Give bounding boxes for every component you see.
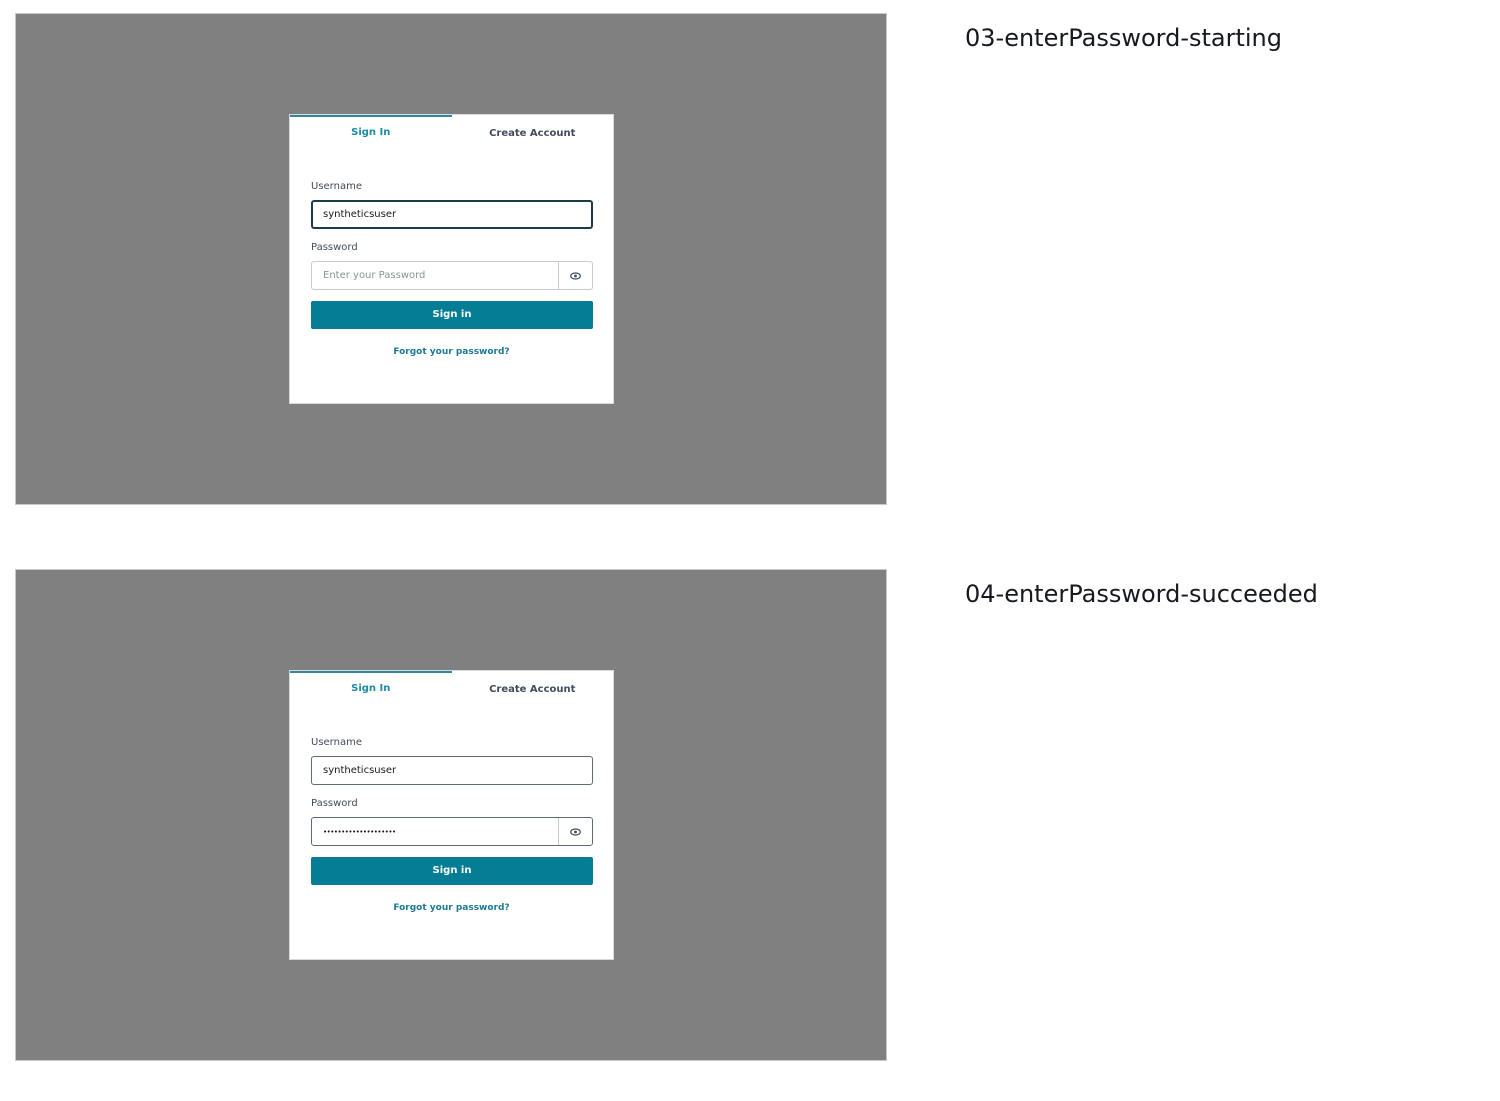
tab-sign-in[interactable]: Sign In	[290, 115, 452, 151]
sign-in-button[interactable]: Sign in	[311, 301, 593, 329]
show-password-button[interactable]	[558, 818, 592, 845]
tab-sign-in[interactable]: Sign In	[290, 671, 452, 707]
username-value: syntheticsuser	[323, 209, 397, 220]
password-placeholder: Enter your Password	[323, 270, 426, 281]
username-label: Username	[311, 737, 362, 748]
username-value: syntheticsuser	[323, 765, 397, 776]
eye-icon	[570, 271, 581, 280]
tab-create-account[interactable]: Create Account	[452, 115, 614, 151]
password-value: ••••••••••••••••••••	[323, 828, 396, 836]
forgot-password-link[interactable]: Forgot your password?	[290, 347, 613, 357]
password-input[interactable]: Enter your Password	[311, 261, 593, 290]
caption-starting: 03-enterPassword-starting	[965, 24, 1282, 52]
show-password-button[interactable]	[558, 262, 592, 289]
username-input[interactable]: syntheticsuser	[311, 756, 593, 785]
screenshot-succeeded: Sign In Create Account Username syntheti…	[15, 569, 887, 1061]
sign-in-card: Sign In Create Account Username syntheti…	[289, 114, 614, 404]
password-input[interactable]: ••••••••••••••••••••	[311, 817, 593, 846]
sign-in-card: Sign In Create Account Username syntheti…	[289, 670, 614, 960]
tab-create-account[interactable]: Create Account	[452, 671, 614, 707]
password-label: Password	[311, 798, 358, 809]
password-label: Password	[311, 242, 358, 253]
eye-icon	[570, 827, 581, 836]
username-label: Username	[311, 181, 362, 192]
screenshot-starting: Sign In Create Account Username syntheti…	[15, 13, 887, 505]
forgot-password-link[interactable]: Forgot your password?	[290, 903, 613, 913]
sign-in-button[interactable]: Sign in	[311, 857, 593, 885]
username-input[interactable]: syntheticsuser	[311, 200, 593, 229]
caption-succeeded: 04-enterPassword-succeeded	[965, 580, 1318, 608]
